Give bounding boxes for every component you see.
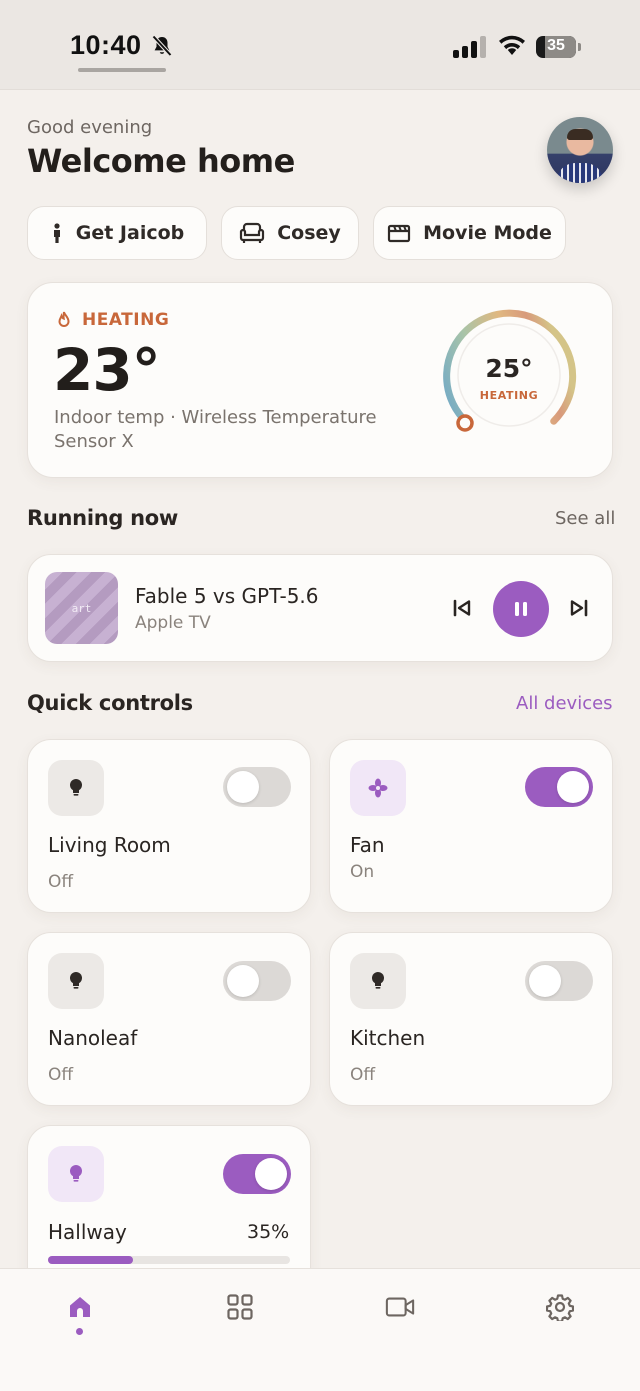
target-mode-label: HEATING <box>479 389 539 402</box>
next-track-icon[interactable] <box>567 596 591 620</box>
device-name: Kitchen <box>350 1026 426 1050</box>
status-bar: 10:40 35 <box>0 0 640 90</box>
bulb-icon <box>70 972 82 989</box>
toggle-kitchen[interactable] <box>525 961 593 1001</box>
device-name: Nanoleaf <box>48 1026 138 1050</box>
nav-settings[interactable] <box>545 1292 575 1322</box>
album-art-placeholder: art <box>71 601 92 615</box>
brightness-slider[interactable] <box>48 1256 290 1264</box>
flame-icon <box>58 311 70 328</box>
toggle-fan[interactable] <box>525 767 593 807</box>
nav-devices[interactable] <box>225 1292 255 1322</box>
pause-button[interactable] <box>493 581 549 637</box>
device-icon-tile <box>350 953 406 1009</box>
pause-icon <box>515 602 527 616</box>
scene-button-get-jaicob[interactable]: Get Jaicob <box>27 206 207 260</box>
wifi-icon <box>499 35 525 55</box>
scene-label: Cosey <box>277 222 341 244</box>
heating-label: HEATING <box>82 310 170 330</box>
bulb-icon <box>70 779 82 796</box>
brightness-slider-fill <box>48 1256 133 1264</box>
signal-icon <box>453 36 486 58</box>
device-icon-tile <box>48 1146 104 1202</box>
device-icon-tile <box>48 953 104 1009</box>
fan-icon <box>368 778 388 798</box>
scene-button-movie-mode[interactable]: Movie Mode <box>373 206 566 260</box>
section-title-quick-controls: Quick controls <box>27 691 193 715</box>
bulb-icon <box>372 972 384 989</box>
toggle-nanoleaf[interactable] <box>223 961 291 1001</box>
album-art: art <box>45 572 118 644</box>
toggle-living-room[interactable] <box>223 767 291 807</box>
bottom-navigation <box>0 1268 640 1391</box>
device-name: Fan <box>350 833 385 857</box>
settings-icon <box>546 1294 574 1321</box>
heating-mode: HEATING <box>56 310 169 330</box>
device-state: Off <box>350 1065 376 1085</box>
device-state: Off <box>48 1065 74 1085</box>
avatar[interactable] <box>547 117 613 183</box>
device-state: Off <box>48 872 74 892</box>
bulb-icon <box>70 1165 82 1182</box>
greeting-text: Good evening <box>27 117 153 138</box>
device-name: Hallway <box>48 1220 127 1244</box>
battery-indicator: 35 <box>536 36 576 58</box>
bell-slash-icon <box>152 35 172 57</box>
previous-track-icon[interactable] <box>450 596 474 620</box>
scene-button-cosey[interactable]: Cosey <box>221 206 359 260</box>
nav-active-indicator <box>76 1328 83 1335</box>
brightness-value: 35% <box>247 1221 290 1243</box>
scene-label: Movie Mode <box>423 222 552 244</box>
all-devices-link[interactable]: All devices <box>516 693 613 714</box>
camera-icon <box>385 1297 415 1317</box>
nav-cameras[interactable] <box>385 1292 415 1322</box>
grid-icon <box>227 1294 253 1320</box>
status-indicator <box>78 68 166 72</box>
track-title: Fable 5 vs GPT-5.6 <box>135 584 319 608</box>
clapperboard-icon <box>387 224 411 243</box>
device-icon-tile <box>350 760 406 816</box>
battery-level: 35 <box>547 37 565 54</box>
status-time: 10:40 <box>70 30 142 60</box>
nav-home[interactable] <box>65 1292 95 1322</box>
section-title-running-now: Running now <box>27 506 178 530</box>
home-icon <box>70 1297 90 1317</box>
scene-label: Get Jaicob <box>75 222 185 244</box>
device-state: On <box>350 862 375 882</box>
target-temperature: 25° <box>485 354 533 383</box>
battery-tip <box>578 43 581 51</box>
device-name: Living Room <box>48 833 171 857</box>
media-source: Apple TV <box>135 613 211 633</box>
temperature-source: Indoor temp · Wireless Temperature Senso… <box>54 407 377 452</box>
person-icon <box>53 223 60 243</box>
dial-handle[interactable] <box>456 414 474 432</box>
page-title: Welcome home <box>27 142 295 180</box>
current-temperature: 23° <box>53 336 161 404</box>
device-icon-tile <box>48 760 104 816</box>
toggle-hallway[interactable] <box>223 1154 291 1194</box>
see-all-link[interactable]: See all <box>555 508 615 529</box>
sofa-icon <box>240 222 265 243</box>
